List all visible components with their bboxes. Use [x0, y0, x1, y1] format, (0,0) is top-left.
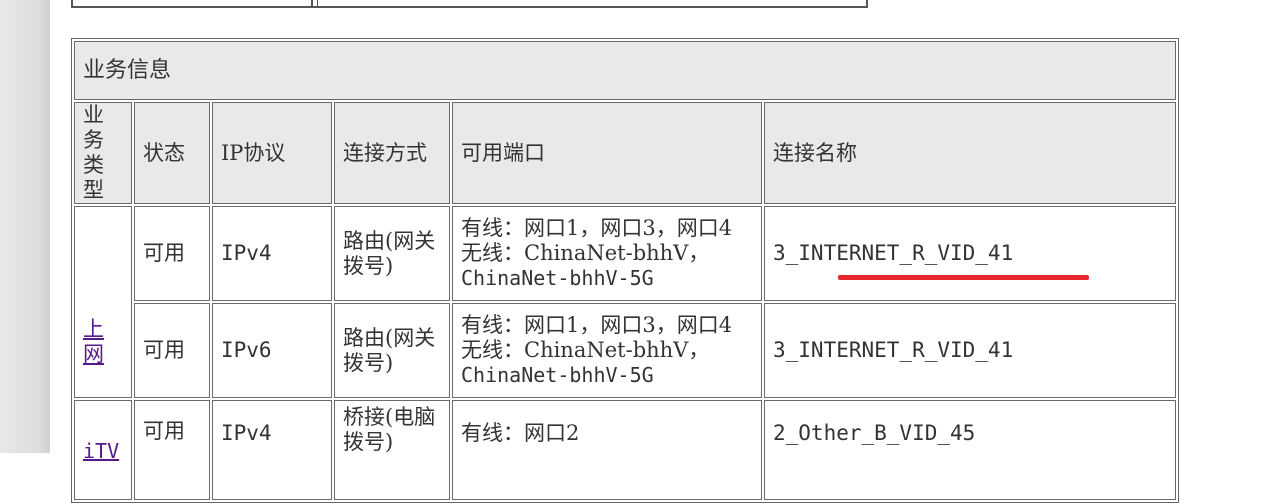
connection-name-cell: 2_Other_B_VID_45	[764, 400, 1176, 500]
mode-line-2: 拨号)	[343, 350, 394, 375]
left-panel-shadow	[0, 0, 50, 453]
service-type-link-internet[interactable]: 上网	[83, 317, 104, 366]
service-info-table: 业务信息 业务 类型 状态 IP协议 连接方式 可用端口 连接名称 上网 可用 …	[71, 38, 1179, 503]
header-connection-name: 连接名称	[764, 102, 1176, 204]
ports-cell: 有线：网口2	[452, 400, 762, 500]
connection-mode-cell: 路由(网关 拨号)	[334, 206, 450, 301]
header-ip-protocol: IP协议	[212, 102, 332, 204]
status-cell: 可用	[134, 400, 210, 500]
protocol-cell: IPv4	[212, 206, 332, 301]
mode-line-1: 路由(网关	[343, 228, 436, 253]
ports-line-1: 有线：网口1，网口3，网口4	[461, 216, 733, 240]
connection-mode-cell: 桥接(电脑 拨号)	[334, 400, 450, 500]
connection-mode-cell: 路由(网关 拨号)	[334, 303, 450, 398]
service-type-cell: 上网	[74, 206, 132, 398]
header-service-type: 业务 类型	[74, 102, 132, 204]
red-underline-annotation	[838, 275, 1089, 280]
status-cell: 可用	[134, 206, 210, 301]
table-row: 上网 可用 IPv4 路由(网关 拨号) 有线：网口1，网口3，网口4 无线：C…	[74, 206, 1176, 398]
ports-line-3: ChinaNet-bhhV-5G	[461, 266, 654, 290]
protocol-cell: IPv4	[212, 400, 332, 500]
status-cell: 可用	[134, 303, 210, 398]
header-connection-mode: 连接方式	[334, 102, 450, 204]
section-title: 业务信息	[74, 41, 1176, 100]
mode-line-1: 桥接(电脑	[343, 405, 436, 429]
header-service-type-l1: 业务	[83, 103, 104, 152]
table-row: 可用 IPv6 路由(网关 拨号) 有线：网口1，网口3，网口4 无线：Chin…	[74, 303, 1176, 398]
connection-name-cell: 3_INTERNET_R_VID_41	[764, 206, 1176, 301]
previous-table-bottom	[71, 0, 868, 8]
service-type-link-itv[interactable]: iTV	[83, 439, 119, 463]
header-service-type-l2: 类型	[83, 153, 104, 202]
mode-line-2: 拨号)	[343, 253, 394, 278]
ports-cell: 有线：网口1，网口3，网口4 无线：ChinaNet-bhhV， ChinaNe…	[452, 303, 762, 398]
connection-name-cell: 3_INTERNET_R_VID_41	[764, 303, 1176, 398]
mode-line-1: 路由(网关	[343, 325, 436, 350]
table-row: iTV 可用 IPv4 桥接(电脑 拨号) 有线：网口2 2_Other_B_V…	[74, 400, 1176, 500]
mode-line-2: 拨号)	[343, 430, 394, 454]
header-status: 状态	[134, 102, 210, 204]
ports-line-2: 无线：ChinaNet-bhhV，	[461, 241, 710, 265]
ports-line-2: 无线：ChinaNet-bhhV，	[461, 338, 710, 362]
header-available-ports: 可用端口	[452, 102, 762, 204]
service-type-cell: iTV	[74, 400, 132, 500]
table-header-row: 业务 类型 状态 IP协议 连接方式 可用端口 连接名称	[74, 102, 1176, 204]
ports-cell: 有线：网口1，网口3，网口4 无线：ChinaNet-bhhV， ChinaNe…	[452, 206, 762, 301]
protocol-cell: IPv6	[212, 303, 332, 398]
ports-line-1: 有线：网口1，网口3，网口4	[461, 313, 733, 337]
ports-line-3: ChinaNet-bhhV-5G	[461, 363, 654, 387]
